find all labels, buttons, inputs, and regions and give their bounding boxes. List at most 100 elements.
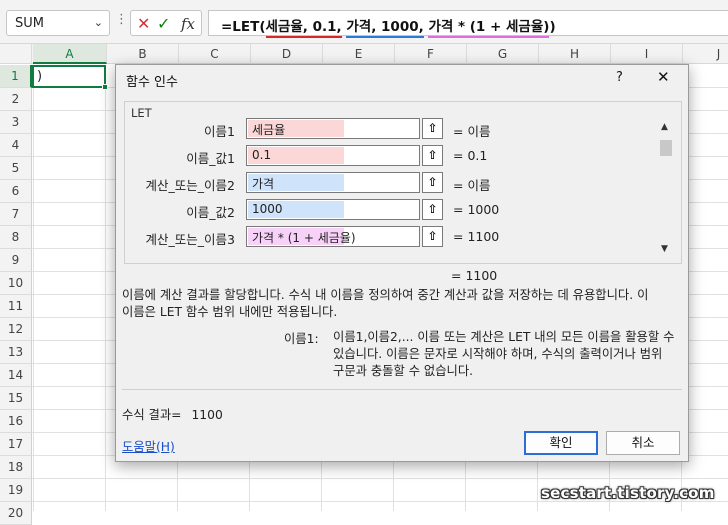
formula-actions: ✕ ✓ fx <box>130 10 202 36</box>
scroll-thumb[interactable] <box>660 140 672 156</box>
formula-bar: SUM ⌄ ⋮ ✕ ✓ fx =LET(세금율, 0.1, 가격, 1000, … <box>0 0 728 44</box>
close-icon[interactable]: ✕ <box>657 68 670 86</box>
scroll-down-icon[interactable]: ▼ <box>661 244 668 254</box>
fill-handle[interactable] <box>102 84 108 90</box>
collapse-dialog-icon[interactable]: ⇧ <box>422 118 443 139</box>
collapse-dialog-icon[interactable]: ⇧ <box>422 199 443 220</box>
argument-value: 세금율 <box>252 123 286 137</box>
column-header[interactable]: C <box>179 44 251 64</box>
argument-result: = 1100 <box>453 229 500 244</box>
formula-input[interactable]: =LET(세금율, 0.1, 가격, 1000, 가격 * (1 + 세금율)) <box>208 10 728 38</box>
argument-value: 0.1 <box>252 148 272 162</box>
confirm-icon[interactable]: ✓ <box>157 14 170 33</box>
formula-arg1: 세금율, 0.1, <box>265 19 342 38</box>
watermark: secstart.tistory.com <box>541 484 715 502</box>
row-header[interactable]: 18 <box>0 456 32 479</box>
chevron-down-icon[interactable]: ⌄ <box>94 16 103 29</box>
scroll-up-icon[interactable]: ▲ <box>661 122 668 132</box>
select-all-corner[interactable] <box>0 44 32 64</box>
column-header[interactable]: I <box>611 44 683 64</box>
column-header[interactable]: G <box>467 44 539 64</box>
row-header[interactable]: 16 <box>0 410 32 433</box>
argument-result: = 0.1 <box>453 148 488 163</box>
help-icon[interactable]: ? <box>616 70 623 85</box>
cancel-icon[interactable]: ✕ <box>137 14 150 33</box>
argument-label: 계산_또는_이름3 <box>145 232 235 247</box>
argument-result: = 1000 <box>453 202 500 217</box>
argument-input[interactable]: 세금율 <box>246 118 420 139</box>
column-header[interactable]: F <box>395 44 467 64</box>
argument-result: = 이름 <box>453 178 491 193</box>
row-header[interactable]: 10 <box>0 272 32 295</box>
row-header[interactable]: 14 <box>0 364 32 387</box>
dialog-title: 함수 인수 <box>126 75 178 90</box>
help-link[interactable]: 도움말(H) <box>122 437 175 455</box>
argument-label: 이름_값1 <box>186 151 235 166</box>
argument-label: 이름_값2 <box>186 205 235 220</box>
row-header[interactable]: 4 <box>0 134 32 157</box>
function-arguments-dialog: 함수 인수 ? ✕ LET 이름1 세금율 ⇧ = 이름 이름_값1 0.1 ⇧ = 0.1 계… <box>115 64 689 462</box>
row-header[interactable]: 15 <box>0 387 32 410</box>
row-header[interactable]: 3 <box>0 111 32 134</box>
args-scrollbar[interactable]: ▲ ▼ <box>659 122 673 254</box>
more-options-icon[interactable]: ⋮ <box>115 12 128 27</box>
formula-prefix: =LET( <box>221 19 266 35</box>
argument-description-name: 이름1: <box>284 332 319 346</box>
argument-label: 계산_또는_이름2 <box>145 178 235 193</box>
formula-suffix: ) <box>549 19 556 35</box>
argument-input[interactable]: 가격 <box>246 172 420 193</box>
function-name: LET <box>131 106 152 120</box>
formula-arg2: 가격, 1000, <box>346 19 424 38</box>
row-header[interactable]: 20 <box>0 502 32 525</box>
collapse-dialog-icon[interactable]: ⇧ <box>422 145 443 166</box>
collapse-dialog-icon[interactable]: ⇧ <box>422 226 443 247</box>
argument-value: 가격 <box>252 177 275 191</box>
column-header[interactable]: A <box>33 44 107 64</box>
row-header[interactable]: 13 <box>0 341 32 364</box>
argument-result: = 이름 <box>453 124 491 139</box>
row-header[interactable]: 5 <box>0 157 32 180</box>
result-label: 수식 결과= <box>122 408 182 422</box>
argument-description: 이름1,이름2,... 이름 또는 계산은 LET 내의 모든 이름을 활용할 … <box>333 329 678 380</box>
cell-a1[interactable]: ) <box>32 65 108 90</box>
argument-group: LET 이름1 세금율 ⇧ = 이름 이름_값1 0.1 ⇧ = 0.1 계산_또는_이름2 가격… <box>124 101 682 264</box>
name-box-value: SUM <box>15 16 44 31</box>
row-header[interactable]: 2 <box>0 88 32 111</box>
result-value: 1100 <box>191 408 223 422</box>
name-box[interactable]: SUM ⌄ <box>6 10 110 36</box>
formula-text: =LET(세금율, 0.1, 가격, 1000, 가격 * (1 + 세금율)) <box>221 15 556 38</box>
description-line: 이름에 계산 결과를 할당합니다. 수식 내 이름을 정의하여 중간 계산과 값… <box>122 288 649 302</box>
row-header[interactable]: 8 <box>0 226 32 249</box>
column-header[interactable]: H <box>539 44 611 64</box>
column-header[interactable]: B <box>107 44 179 64</box>
row-header[interactable]: 12 <box>0 318 32 341</box>
description-line: 이름은 LET 함수 범위 내에만 적용됩니다. <box>122 305 338 319</box>
argument-input[interactable]: 1000 <box>246 199 420 220</box>
arg-desc-line: 구문과 충돌할 수 없습니다. <box>333 364 474 378</box>
cancel-button[interactable]: 취소 <box>606 431 680 455</box>
ok-button[interactable]: 확인 <box>524 431 598 455</box>
row-header[interactable]: 1 <box>0 65 32 88</box>
row-header[interactable]: 19 <box>0 479 32 502</box>
column-header[interactable]: J <box>683 44 728 64</box>
row-header[interactable]: 17 <box>0 433 32 456</box>
arg-desc-line: 이름1,이름2,... 이름 또는 계산은 LET 내의 모든 이름을 활용할 … <box>333 330 675 344</box>
overall-result: = 1100 <box>451 268 498 283</box>
argument-input[interactable]: 0.1 <box>246 145 420 166</box>
row-header[interactable]: 6 <box>0 180 32 203</box>
row-header[interactable]: 9 <box>0 249 32 272</box>
argument-label: 이름1 <box>204 124 235 139</box>
formula-result: 수식 결과= 1100 <box>122 405 223 423</box>
column-headers: ABCDEFGHIJ <box>0 44 728 64</box>
column-header[interactable]: E <box>323 44 395 64</box>
argument-value: 1000 <box>252 202 283 216</box>
collapse-dialog-icon[interactable]: ⇧ <box>422 172 443 193</box>
argument-input[interactable]: 가격 * (1 + 세금율) <box>246 226 420 247</box>
insert-function-icon[interactable]: fx <box>181 15 195 33</box>
row-header[interactable]: 11 <box>0 295 32 318</box>
column-header[interactable]: D <box>251 44 323 64</box>
arg-desc-line: 있습니다. 이름은 문자로 시작해야 하며, 수식의 출력이거나 범위 <box>333 347 663 361</box>
row-header[interactable]: 7 <box>0 203 32 226</box>
divider <box>122 389 682 390</box>
cell-a1-value: ) <box>37 69 43 84</box>
